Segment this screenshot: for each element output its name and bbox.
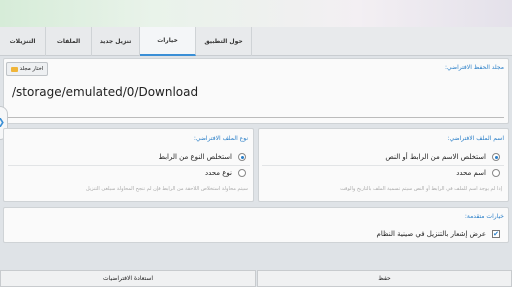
tab-downloads[interactable]: التنزيلات [0, 27, 46, 56]
save-folder-title: مجلد الحفظ الافتراضي: [445, 64, 504, 71]
file-type-extract-radio[interactable] [238, 153, 246, 161]
tab-bar: حول التطبيق خيارات تنزيل جديد الملفات ال… [0, 27, 512, 56]
restore-defaults-button[interactable]: استعادة الافتراضيات [0, 270, 256, 287]
choose-folder-label: اختار مجلد [19, 66, 44, 72]
file-type-custom-label[interactable]: نوع محدد [205, 169, 232, 177]
tab-options[interactable]: خيارات [140, 27, 196, 56]
file-type-custom-radio[interactable] [238, 169, 246, 177]
file-type-extract-label[interactable]: استخلص النوع من الرابط [158, 153, 232, 161]
tab-about[interactable]: حول التطبيق [196, 27, 252, 56]
chevron-right-icon: ❯ [0, 118, 5, 128]
file-name-title: اسم الملف الافتراضي: [447, 135, 504, 142]
file-type-title: نوع الملف الافتراضي: [193, 135, 248, 142]
tab-new-download[interactable]: تنزيل جديد [92, 27, 140, 56]
choose-folder-button[interactable]: اختار مجلد [6, 62, 48, 76]
folder-icon [10, 66, 18, 72]
file-name-extract-label[interactable]: استخلص الاسم من الرابط أو النص [385, 153, 486, 161]
save-folder-path-input[interactable]: /storage/emulated/0/Download [12, 85, 198, 99]
file-name-custom-radio[interactable] [492, 169, 500, 177]
tab-options-label: خيارات [157, 37, 178, 44]
file-name-separator [262, 165, 504, 166]
title-bar [0, 0, 512, 27]
path-underline [8, 117, 504, 118]
advanced-title: خيارات متقدمة: [464, 213, 504, 220]
file-type-separator [8, 165, 250, 166]
tab-files[interactable]: الملفات [46, 27, 92, 56]
file-name-extract-radio[interactable] [492, 153, 500, 161]
notify-label[interactable]: عرض إشعار بالتنزيل في صينية النظام [377, 230, 487, 238]
tab-files-label: الملفات [56, 38, 81, 45]
file-type-hint: سيتم محاولة استخلاص اللاحقة من الرابط فإ… [85, 186, 248, 192]
tab-downloads-label: التنزيلات [9, 38, 36, 45]
tab-about-label: حول التطبيق [204, 38, 243, 45]
file-name-hint: إذا لم يوجد اسم للملف في الرابط أو النص … [340, 186, 502, 192]
tab-new-download-label: تنزيل جديد [99, 38, 132, 45]
notify-checkbox[interactable]: ✔ [492, 230, 500, 238]
check-icon: ✔ [493, 230, 499, 238]
file-name-custom-label[interactable]: اسم محدد [456, 169, 486, 177]
save-button[interactable]: حفظ [257, 270, 512, 287]
